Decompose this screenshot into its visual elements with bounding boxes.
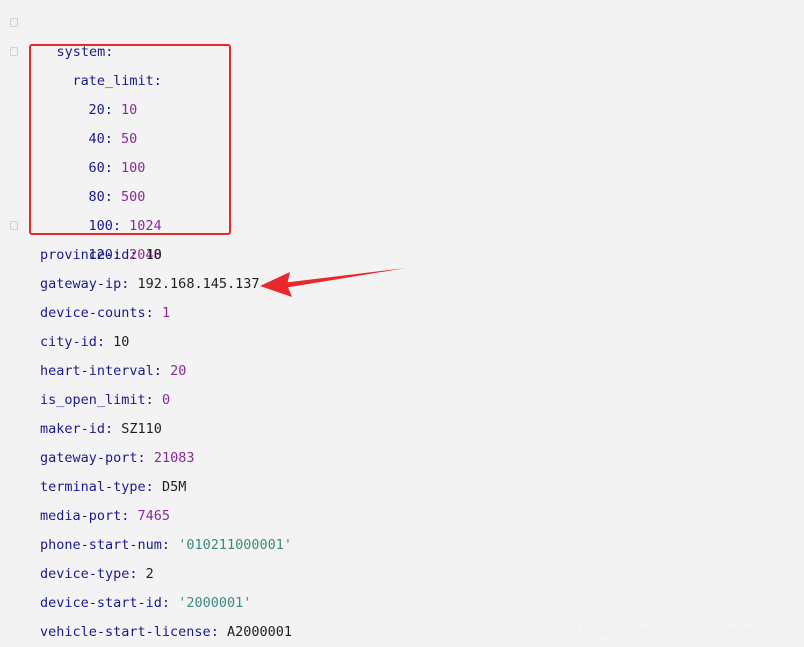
yaml-editor: system: rate_limit: 20: 10 40: 50 60: 10…	[0, 0, 804, 647]
arrow-annotation-icon	[260, 268, 406, 297]
watermark: https://blog.csdn.net/wlwork66	[573, 623, 796, 639]
